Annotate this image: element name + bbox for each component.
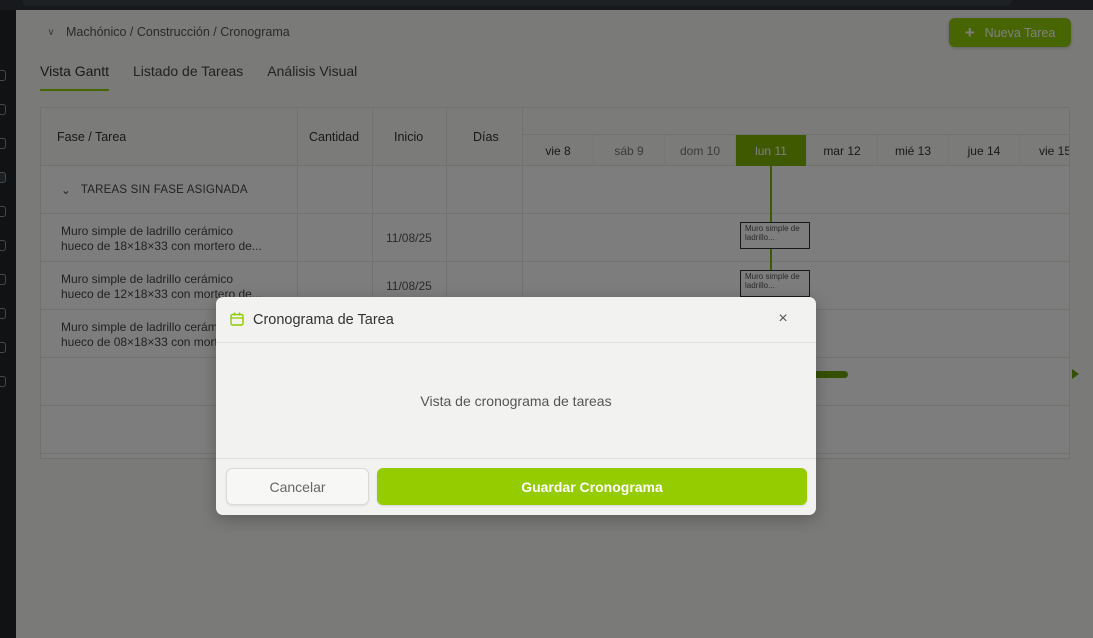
close-icon[interactable]: × bbox=[775, 311, 791, 327]
schedule-dialog: Cronograma de Tarea × Vista de cronogram… bbox=[216, 297, 816, 515]
save-schedule-button[interactable]: Guardar Cronograma bbox=[377, 468, 807, 505]
cancel-button[interactable]: Cancelar bbox=[226, 468, 369, 505]
calendar-icon bbox=[230, 312, 244, 326]
dialog-footer: Cancelar Guardar Cronograma bbox=[216, 459, 816, 515]
dialog-header: Cronograma de Tarea × bbox=[216, 297, 816, 343]
dialog-body: Vista de cronograma de tareas bbox=[216, 343, 816, 459]
dialog-body-text: Vista de cronograma de tareas bbox=[420, 392, 612, 409]
dialog-title: Cronograma de Tarea bbox=[253, 312, 394, 328]
